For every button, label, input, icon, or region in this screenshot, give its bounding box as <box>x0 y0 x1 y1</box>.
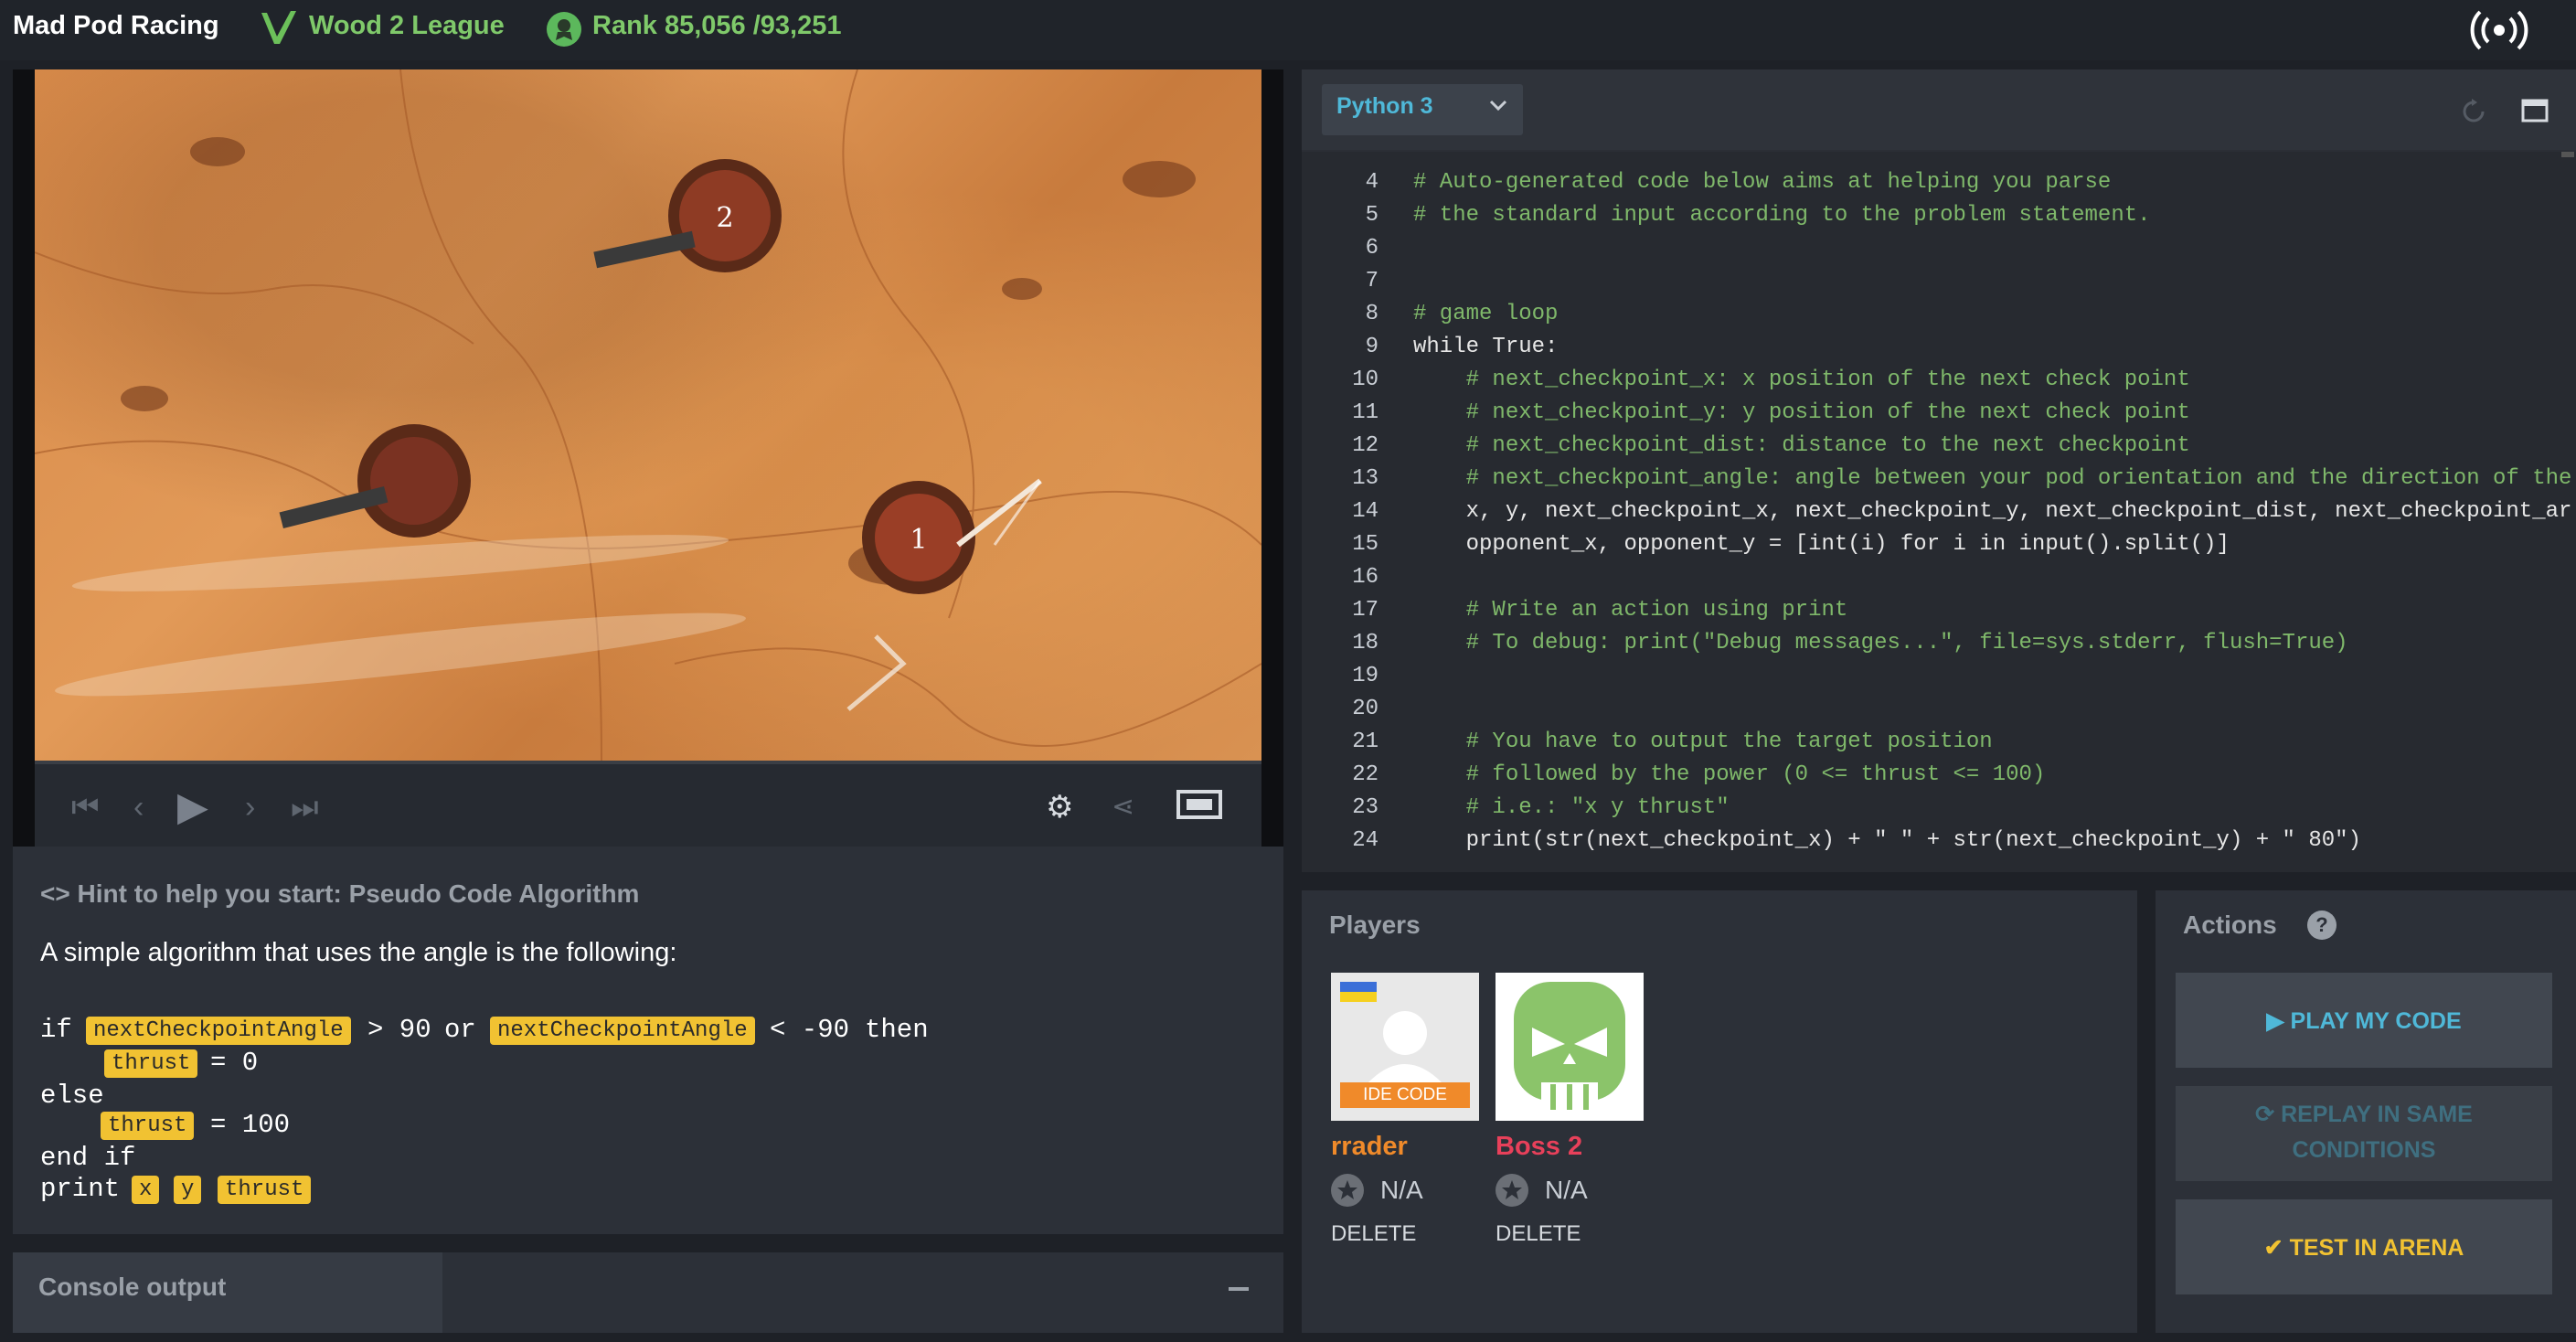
play-my-code-button[interactable]: ▶ PLAY MY CODE <box>2176 973 2552 1068</box>
ukraine-flag-icon <box>1340 982 1377 1002</box>
play-icon: ▶ <box>2266 1008 2291 1034</box>
token-thrust: thrust <box>101 1112 195 1140</box>
console-title[interactable]: Console output <box>38 1273 226 1302</box>
wood-league-icon <box>258 7 300 49</box>
maximize-icon[interactable] <box>2521 99 2549 122</box>
help-icon[interactable]: ? <box>2307 911 2336 940</box>
avatar[interactable] <box>1496 973 1644 1121</box>
settings-gear-icon[interactable]: ⚙ <box>1046 786 1073 828</box>
star-icon <box>1496 1174 1528 1207</box>
star-icon <box>1331 1174 1364 1207</box>
delete-player-button[interactable]: DELETE <box>1331 1221 1416 1247</box>
checkpoint-start <box>279 424 471 538</box>
checkpoint-1: 1 <box>862 481 975 594</box>
chevron-down-icon[interactable] <box>1488 95 1508 115</box>
checkpoint-2: 2 <box>593 159 782 272</box>
reset-icon[interactable] <box>2459 97 2488 126</box>
broadcast-icon[interactable] <box>2470 9 2528 51</box>
rank-label[interactable]: Rank 85,056 /93,251 <box>592 11 841 41</box>
replay-same-conditions-button[interactable]: ⟳ REPLAY IN SAME CONDITIONS <box>2176 1086 2552 1181</box>
play-icon[interactable]: ▶ <box>177 786 208 828</box>
minimize-icon[interactable] <box>1229 1287 1249 1291</box>
editor-scrollbar[interactable] <box>2561 152 2574 157</box>
share-icon[interactable]: ⋖ <box>1112 786 1134 828</box>
hint-title[interactable]: <> Hint to help you start: Pseudo Code A… <box>40 879 639 909</box>
player-score: N/A <box>1545 1176 1588 1204</box>
code-brackets-icon: <> <box>40 879 78 908</box>
rank-badge-icon <box>547 12 581 47</box>
step-back-icon[interactable]: ‹ <box>133 786 144 828</box>
ide-code-badge: IDE CODE <box>1340 1082 1470 1108</box>
league-label[interactable]: Wood 2 League <box>309 11 505 41</box>
token-thrust: thrust <box>104 1049 198 1078</box>
test-in-arena-button[interactable]: ✔ TEST IN ARENA <box>2176 1199 2552 1294</box>
player-name[interactable]: rrader <box>1331 1132 1408 1162</box>
replay-icon: ⟳ <box>2255 1102 2282 1127</box>
token-angle: nextCheckpointAngle <box>490 1017 755 1045</box>
delete-player-button[interactable]: DELETE <box>1496 1221 1581 1247</box>
actions-title: Actions <box>2183 911 2277 939</box>
token-thrust: thrust <box>218 1176 312 1204</box>
game-title[interactable]: Mad Pod Racing <box>13 11 219 41</box>
language-label[interactable]: Python 3 <box>1336 93 1433 120</box>
svg-text:1: 1 <box>910 524 927 556</box>
rewind-icon[interactable]: ⏮ <box>71 786 100 828</box>
players-title: Players <box>1329 911 1421 939</box>
hint-description: A simple algorithm that uses the angle i… <box>40 938 677 967</box>
fast-forward-icon[interactable]: ⏭ <box>291 786 319 828</box>
token-x: x <box>132 1176 160 1204</box>
token-y: y <box>174 1176 202 1204</box>
checkmark-icon: ✔ <box>2263 1235 2290 1261</box>
step-forward-icon[interactable]: › <box>245 786 255 828</box>
fullscreen-icon[interactable] <box>1176 786 1223 828</box>
player-name[interactable]: Boss 2 <box>1496 1132 1582 1162</box>
token-angle: nextCheckpointAngle <box>86 1017 351 1045</box>
svg-text:2: 2 <box>716 202 733 234</box>
game-canvas[interactable]: 2 1 <box>35 69 1261 761</box>
playback-controls: ⏮ ‹ ▶ › ⏭ ⚙ ⋖ <box>35 761 1261 850</box>
player-score: N/A <box>1380 1176 1423 1204</box>
